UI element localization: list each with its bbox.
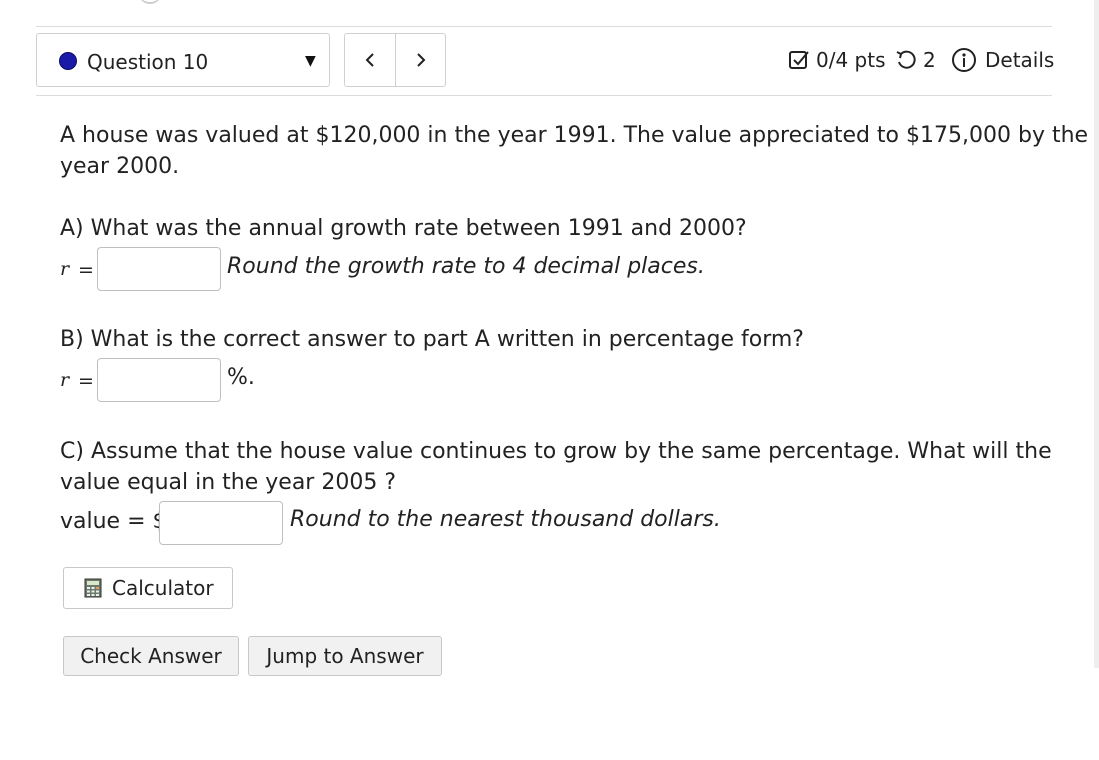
problem-statement-line1: A house was valued at $120,000 in the ye…	[60, 123, 1089, 148]
info-icon	[952, 48, 976, 72]
calculator-label: Calculator	[112, 576, 214, 600]
part-b-prompt: B) What is the correct answer to part A …	[60, 327, 804, 352]
filled-circle-icon	[59, 52, 77, 70]
calculator-button[interactable]: Calculator	[63, 567, 233, 609]
chevron-right-icon	[417, 53, 426, 67]
details-button[interactable]: Details	[951, 43, 1054, 77]
question-label: Question 10	[87, 50, 209, 74]
part-a-equals: =	[78, 259, 94, 281]
part-b-answer-input[interactable]	[97, 358, 221, 402]
scroll-indicator-arc	[138, 0, 162, 4]
attempts-text: 2	[923, 48, 936, 72]
jump-to-answer-button[interactable]: Jump to Answer	[248, 636, 442, 676]
caret-down-icon: ▼	[305, 53, 316, 69]
calculator-icon	[84, 578, 102, 598]
attempts-indicator: 2	[895, 43, 936, 77]
part-b-equals: =	[78, 370, 94, 392]
top-divider	[36, 26, 1052, 27]
chevron-left-icon	[365, 53, 374, 67]
part-a-hint: Round the growth rate to 4 decimal place…	[227, 254, 705, 279]
checkbox-icon	[789, 51, 809, 69]
part-a-prompt: A) What was the annual growth rate betwe…	[60, 216, 747, 241]
part-a-variable: r	[60, 258, 70, 280]
problem-statement-line2: year 2000.	[60, 154, 180, 179]
part-c-label: value = $	[60, 509, 167, 534]
retry-icon	[896, 50, 916, 69]
header-divider	[36, 95, 1052, 96]
part-c-hint: Round to the nearest thousand dollars.	[290, 507, 721, 532]
part-c-prompt-line1: C) Assume that the house value continues…	[60, 439, 1052, 464]
part-a-answer-input[interactable]	[97, 247, 221, 291]
check-answer-button[interactable]: Check Answer	[63, 636, 239, 676]
question-select-dropdown[interactable]: Question 10 ▼	[36, 33, 330, 87]
points-text: 0/4 pts	[816, 48, 886, 72]
details-label: Details	[985, 48, 1055, 72]
scrollbar-track[interactable]	[1094, 0, 1099, 668]
previous-question-button[interactable]	[345, 34, 395, 86]
part-c-answer-input[interactable]	[159, 501, 283, 545]
points-indicator: 0/4 pts	[788, 43, 886, 77]
part-c-prompt-line2: value equal in the year 2005 ?	[60, 470, 396, 495]
part-b-suffix: %.	[227, 365, 255, 390]
question-nav	[344, 33, 446, 87]
part-b-variable: r	[60, 369, 70, 391]
next-question-button[interactable]	[396, 34, 446, 86]
